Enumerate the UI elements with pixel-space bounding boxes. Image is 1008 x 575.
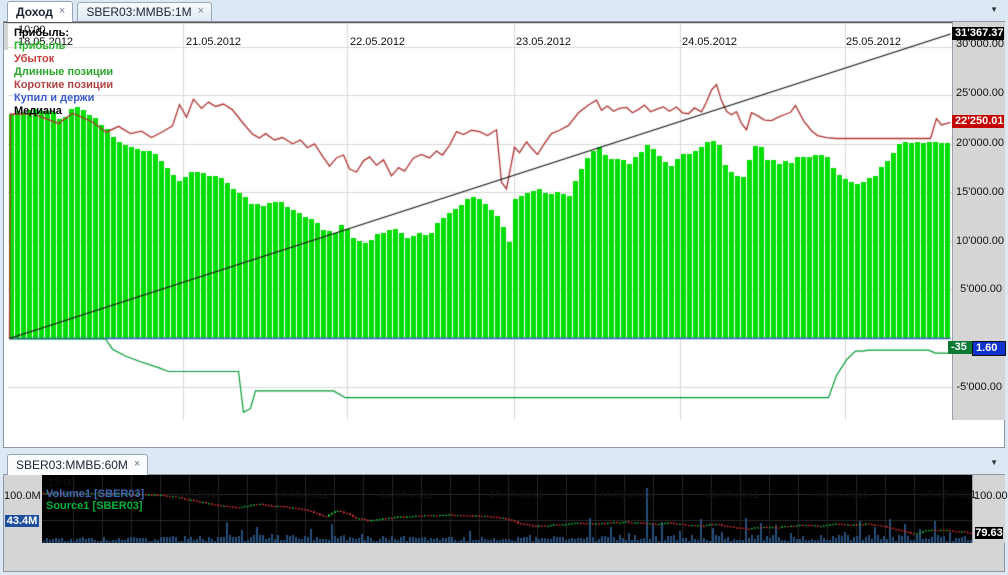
chevron-down-icon[interactable]: ▼	[990, 459, 998, 467]
price-tick-label: 5'000.00	[960, 283, 1002, 295]
sber03-60m-panel: SBER03:ММВБ:60M × ▼ 100.0M 43.4M Volume1…	[2, 454, 1008, 572]
chevron-down-icon[interactable]: ▼	[990, 6, 998, 14]
candle-chart-area: 100.0M 43.4M Volume1 [SBER03] Source1 [S…	[3, 474, 1008, 572]
buy-and-hold-last-value-label: 1.60	[972, 341, 1006, 356]
legend-item-короткие-позиции: Короткие позиции	[14, 79, 114, 91]
date-tick-label: 24.05.2012	[682, 36, 738, 48]
volume-series-label: Volume1 [SBER03]	[46, 488, 145, 500]
legend-item-убыток: Убыток	[14, 53, 55, 65]
date-tick-label: 30.08.2011	[705, 489, 760, 501]
close-icon[interactable]: ×	[198, 6, 204, 17]
tab-income[interactable]: Доход ×	[7, 1, 74, 22]
profit-chart-area: Прибыль: Прибыль Убыток Длинные позиции Кор…	[3, 21, 1006, 448]
legend-item-прибыль: Прибыль	[14, 40, 66, 52]
date-tick-label: 02.08.2011	[167, 489, 222, 501]
last-price-label: 79.63	[975, 527, 1003, 539]
tab-sber03-1m-label: SBER03:ММВБ:1M	[86, 4, 192, 19]
price-axis-top-label: 100.00	[974, 490, 1008, 502]
price-tick-label: 15'000.00	[956, 186, 1004, 198]
tab-sber03-1m[interactable]: SBER03:ММВБ:1M ×	[77, 2, 212, 21]
long-positions-last-value-label: -35	[948, 341, 975, 354]
trading-workspace: { "page": {"bg": "#dde8f5"}, "top_panel"…	[0, 0, 1008, 575]
close-icon[interactable]: ×	[59, 6, 65, 17]
tab-sber03-60m-label: SBER03:ММВБ:60M	[16, 457, 128, 472]
profit-chart-canvas[interactable]	[8, 24, 952, 420]
top-tabbar: Доход × SBER03:ММВБ:1M × ▼	[3, 1, 1005, 22]
price-tick-label: -5'000.00	[956, 381, 1002, 393]
date-tick-label: 08.08.2011	[274, 489, 329, 501]
median-last-value-label: 31'367.37	[952, 27, 1004, 40]
legend-title: Прибыль:	[14, 27, 69, 39]
date-tick-label: 24.08.2011	[598, 489, 653, 501]
source-series-label: Source1 [SBER03]	[46, 500, 143, 512]
volume-axis-top-label: 100.0M	[4, 490, 41, 502]
date-tick-label: 23.05.2012	[516, 36, 572, 48]
date-tick-label: 21.05.2012	[186, 36, 242, 48]
candle-chart-canvas[interactable]	[42, 475, 972, 543]
legend-item-длинные-позиции: Длинные позиции	[14, 66, 114, 78]
price-tick-label: 20'000.00	[956, 137, 1004, 149]
price-axis[interactable]: 30'000.00 25'000.00 20'000.00 15'000.00 10'0…	[952, 22, 1005, 420]
tab-income-label: Доход	[16, 4, 53, 19]
date-tick-label: 05.09.2011	[814, 489, 869, 501]
close-icon[interactable]: ×	[134, 459, 140, 470]
current-volume-label: 43.4M	[5, 515, 39, 527]
date-tick-label: 22.05.2012	[350, 36, 406, 48]
date-tick-label: 25.05.2012	[846, 36, 902, 48]
profit-report-panel: Доход × SBER03:ММВБ:1M × ▼ Прибыль: Приб…	[2, 1, 1006, 448]
tab-sber03-60m[interactable]: SBER03:ММВБ:60M ×	[7, 454, 149, 475]
date-tick-label: 12.08.2011	[379, 489, 434, 501]
legend-item-купил-и-держи: Купил и держи	[14, 92, 95, 104]
date-tick-label: 18.08.2011	[489, 489, 544, 501]
volume-axis[interactable]: 100.0M	[4, 475, 42, 543]
price-tick-label: 25'000.00	[956, 87, 1004, 99]
date-tick-label: 09.09.2011	[922, 489, 977, 501]
chart-legend: Прибыль: Прибыль Убыток Длинные позиции Кор…	[14, 27, 113, 118]
bottom-tabbar: SBER03:ММВБ:60M × ▼	[3, 454, 1005, 475]
price-tick-label: 10'000.00	[956, 235, 1004, 247]
legend-item-медиана: Медиана	[14, 105, 62, 117]
loss-last-value-label: 22'250.01	[952, 115, 1004, 128]
